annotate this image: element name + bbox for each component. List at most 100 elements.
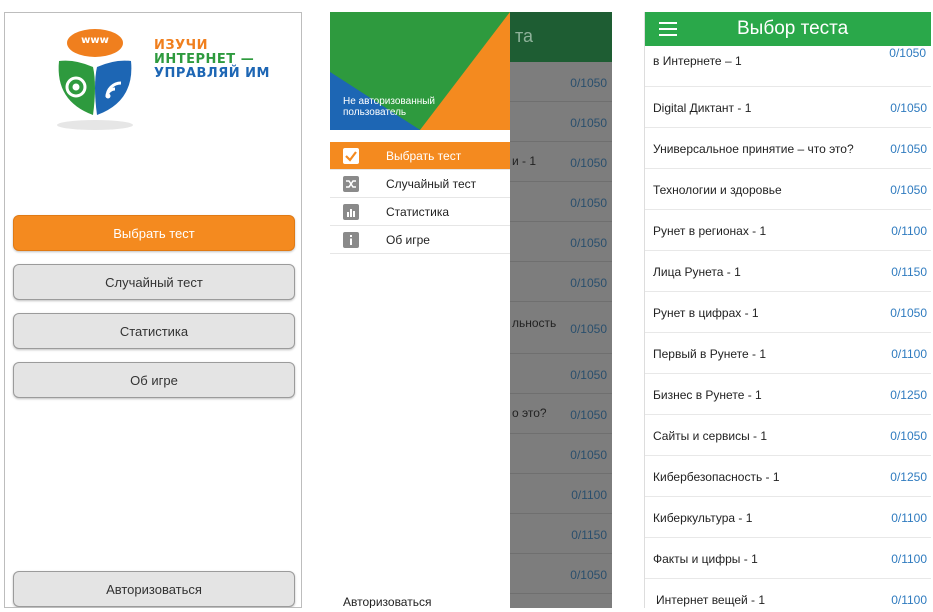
dimmed-row: 0/1050 <box>510 182 612 222</box>
logo-badge: www <box>81 35 109 46</box>
test-score: 0/1100 <box>891 511 927 525</box>
random-test-button[interactable]: Случайный тест <box>13 264 295 300</box>
test-score: 0/1100 <box>891 224 927 238</box>
list-item[interactable]: Кибербезопасность - 1 0/1250 <box>645 456 931 497</box>
test-label: Лица Рунета - 1 <box>653 265 741 279</box>
dimmed-row: 0/1050 <box>510 434 612 474</box>
dimmed-row: льность 0/1050 <box>510 302 612 354</box>
test-label: Бизнес в Рунете - 1 <box>653 388 762 402</box>
list-item[interactable]: Digital Диктант - 1 0/1050 <box>645 87 931 128</box>
logo-line-3: УПРАВЛЯЙ ИМ <box>154 66 270 81</box>
drawer-item-label: Случайный тест <box>386 176 477 191</box>
logo-emblem-icon: www <box>57 29 133 130</box>
test-score: 0/1050 <box>890 306 927 320</box>
info-icon <box>343 231 359 248</box>
logo-line-2: ИНТЕРНЕТ — <box>154 52 255 67</box>
dimmed-row: 0/1050 <box>510 102 612 142</box>
dimmed-row: 0/1100 <box>510 474 612 514</box>
drawer-item-label: Об игре <box>386 232 430 247</box>
drawer-screen: та 0/1050 0/1050 и - 1 0/1050 0/1050 0/10… <box>330 12 612 608</box>
drawer-item-statistics[interactable]: Статистика <box>330 198 510 226</box>
dimmed-row: 0/1050 <box>510 354 612 394</box>
dimmed-score: 0/1050 <box>570 236 607 250</box>
dimmed-row: и - 1 0/1050 <box>510 142 612 182</box>
list-item[interactable]: Киберкультура - 1 0/1100 <box>645 497 931 538</box>
dimmed-score: 0/1050 <box>570 322 607 336</box>
dimmed-row: 0/1050 <box>510 222 612 262</box>
dimmed-row: 0/1150 <box>510 514 612 554</box>
dimmed-row: о это? 0/1050 <box>510 394 612 434</box>
dimmed-row: 0/1050 <box>510 62 612 102</box>
about-game-button[interactable]: Об игре <box>13 362 295 398</box>
dimmed-score: 0/1050 <box>570 276 607 290</box>
dimmed-score: 0/1050 <box>570 368 607 382</box>
test-score: 0/1100 <box>891 552 927 566</box>
test-label: Кибербезопасность - 1 <box>653 470 780 484</box>
dimmed-score: 0/1050 <box>570 448 607 462</box>
list-item[interactable] <box>645 46 931 87</box>
logo-slogan: ИЗУЧИ ИНТЕРНЕТ — УПРАВЛЯЙ ИМ <box>154 39 270 81</box>
test-label: Рунет в регионах - 1 <box>653 224 767 238</box>
test-score: 0/1250 <box>890 388 927 402</box>
list-item[interactable]: Рунет в регионах - 1 0/1100 <box>645 210 931 251</box>
dimmed-score: 0/1050 <box>570 408 607 422</box>
list-item[interactable]: Универсальное принятие – что это? 0/1050 <box>645 128 931 169</box>
dimmed-score: 0/1050 <box>570 568 607 582</box>
test-label: Рунет в цифрах - 1 <box>653 306 759 320</box>
list-item[interactable]: Интернет вещей - 1 0/1100 <box>645 579 931 608</box>
drawer-item-random-test[interactable]: Случайный тест <box>330 170 510 198</box>
dimmed-label: льность <box>512 316 557 330</box>
check-icon <box>343 147 359 164</box>
dimmed-score: 0/1050 <box>570 76 607 90</box>
login-button[interactable]: Авторизоваться <box>13 571 295 607</box>
test-label: Первый в Рунете - 1 <box>653 347 766 361</box>
test-score: 0/1100 <box>891 347 927 361</box>
hamburger-menu-icon[interactable] <box>659 22 677 36</box>
list-item[interactable]: Лица Рунета - 1 0/1150 <box>645 251 931 292</box>
drawer-header: Не авторизованный пользователь <box>330 12 510 130</box>
test-list-screen: 0/1050 в Интернете – 1 Выбор теста Digit… <box>644 12 931 608</box>
test-score: 0/1250 <box>890 470 927 484</box>
dimmed-row: 0/1050 <box>510 554 612 594</box>
drawer-item-label: Выбрать тест <box>386 148 462 163</box>
test-label: Киберкультура - 1 <box>653 511 753 525</box>
dimmed-label: о это? <box>512 406 547 420</box>
user-status: Не авторизованный пользователь <box>343 96 436 118</box>
test-label: Сайты и сервисы - 1 <box>653 429 768 443</box>
test-score: 0/1050 <box>890 429 927 443</box>
main-menu-screen: www ИЗУЧИ ИНТЕРНЕТ — УПРАВЛЯЙ ИМ Выбрать… <box>4 12 302 608</box>
dimmed-title: та <box>515 26 534 46</box>
dimmed-row: 0/1050 <box>510 262 612 302</box>
dimmed-score: 0/1050 <box>570 156 607 170</box>
dimmed-score: 0/1100 <box>571 488 607 502</box>
choose-test-button[interactable]: Выбрать тест <box>13 215 295 251</box>
drawer-item-choose-test[interactable]: Выбрать тест <box>330 142 510 170</box>
list-item[interactable]: Бизнес в Рунете - 1 0/1250 <box>645 374 931 415</box>
drawer-login-link[interactable]: Авторизоваться <box>343 595 431 608</box>
list-item[interactable]: Технологии и здоровье 0/1050 <box>645 169 931 210</box>
list-item[interactable]: Рунет в цифрах - 1 0/1050 <box>645 292 931 333</box>
dimmed-score: 0/1150 <box>571 528 607 542</box>
test-score: 0/1050 <box>890 142 927 156</box>
dimmed-score: 0/1050 <box>570 116 607 130</box>
list-item[interactable]: Факты и цифры - 1 0/1100 <box>645 538 931 579</box>
shuffle-icon <box>343 175 359 192</box>
statistics-button[interactable]: Статистика <box>13 313 295 349</box>
test-label: Факты и цифры - 1 <box>653 552 758 566</box>
drawer-item-about[interactable]: Об игре <box>330 226 510 254</box>
navigation-drawer: Не авторизованный пользователь Выбрать т… <box>330 12 510 608</box>
chart-icon <box>343 203 359 220</box>
list-item[interactable]: Первый в Рунете - 1 0/1100 <box>645 333 931 374</box>
test-label: Интернет вещей - 1 <box>656 593 766 607</box>
test-label: Универсальное принятие – что это? <box>653 142 854 156</box>
test-score: 0/1050 <box>890 101 927 115</box>
app-bar: Выбор теста <box>645 12 931 46</box>
list-item[interactable]: Сайты и сервисы - 1 0/1050 <box>645 415 931 456</box>
dimmed-score: 0/1050 <box>570 196 607 210</box>
dimmed-label: и - 1 <box>512 154 537 168</box>
test-score: 0/1100 <box>891 593 927 607</box>
page-title: Выбор теста <box>737 18 849 39</box>
test-score: 0/1150 <box>891 265 927 279</box>
test-label: Digital Диктант - 1 <box>653 101 752 115</box>
drawer-item-label: Статистика <box>386 204 450 219</box>
